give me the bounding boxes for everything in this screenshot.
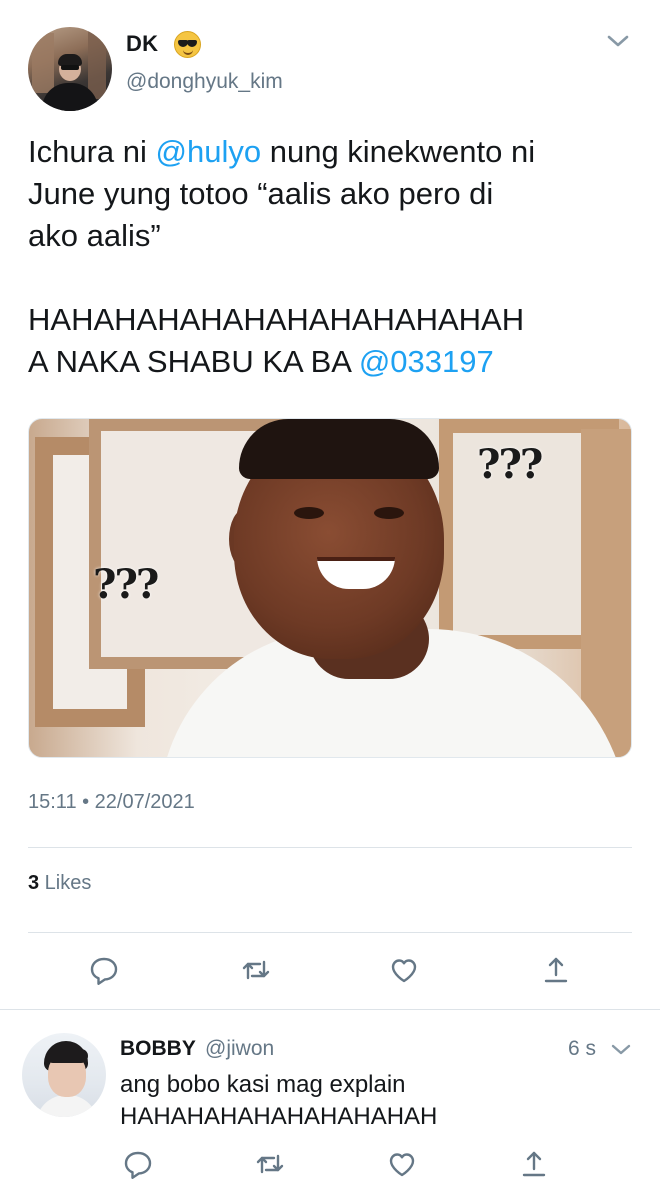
person-hair: [239, 419, 439, 479]
avatar-building-right: [88, 29, 106, 99]
person-eye: [294, 507, 324, 519]
like-icon[interactable]: [386, 1148, 418, 1180]
smiling-face-with-sunglasses-icon: [174, 31, 201, 58]
tweet-text-line: June yung totoo “aalis ako pero di: [28, 176, 494, 211]
mention-link[interactable]: @033197: [359, 344, 494, 379]
divider: [28, 847, 632, 848]
text-segment: nung kinekwento ni: [261, 134, 536, 169]
avatar-building-left: [32, 33, 54, 93]
retweet-icon[interactable]: [240, 954, 272, 986]
avatar-sunglasses: [61, 65, 79, 70]
tweet-text-line: A NAKA SHABU KA BA @033197: [28, 341, 633, 383]
chevron-down-icon[interactable]: [608, 1036, 634, 1062]
emoji-mouth: [183, 49, 193, 55]
person-eye: [374, 507, 404, 519]
likes-number: 3: [28, 872, 40, 894]
likes-count[interactable]: 3 Likes: [28, 872, 91, 895]
author-handle[interactable]: @donghyuk_kim: [126, 70, 283, 94]
tweet-text-line: ako aalis”: [28, 218, 161, 253]
reply-author-avatar[interactable]: [22, 1033, 106, 1117]
text-segment: Ichura ni: [28, 134, 156, 169]
avatar-fringe: [46, 1049, 88, 1063]
share-icon[interactable]: [518, 1148, 550, 1180]
share-icon[interactable]: [540, 954, 572, 986]
tweet-text-line: HAHAHAHAHAHAHAHAHAHAHAH: [28, 302, 525, 337]
question-marks-overlay: ???: [477, 441, 543, 488]
reply-icon[interactable]: [122, 1148, 154, 1180]
text-segment: A NAKA SHABU KA BA: [28, 344, 359, 379]
reply-text-line: ang bobo kasi mag explain: [120, 1071, 406, 1098]
tweet-text-line: Ichura ni @hulyo nung kinekwento ni: [28, 131, 633, 173]
like-icon[interactable]: [388, 954, 420, 986]
tweet-text: Ichura ni @hulyo nung kinekwento ni June…: [28, 131, 633, 383]
reply-author-handle[interactable]: @jiwon: [205, 1037, 274, 1061]
divider: [28, 932, 632, 933]
reply-text: ang bobo kasi mag explain HAHAHAHAHAHAHA…: [120, 1069, 640, 1133]
author-name[interactable]: DK: [126, 31, 158, 57]
reply-author-name[interactable]: BOBBY: [120, 1037, 196, 1061]
mention-link[interactable]: @hulyo: [156, 134, 262, 169]
avatar-shirt: [36, 1095, 98, 1117]
author-avatar[interactable]: [28, 27, 112, 111]
likes-label: Likes: [39, 872, 92, 894]
thread-divider: [0, 1009, 660, 1010]
tweet-timestamp[interactable]: 15:11 • 22/07/2021: [28, 791, 195, 814]
tweet-media-image[interactable]: ??? ???: [28, 418, 632, 758]
question-marks-overlay: ???: [93, 561, 159, 608]
reply-text-line: HAHAHAHAHAHAHAHAHAH: [120, 1103, 438, 1130]
chevron-down-icon[interactable]: [603, 26, 633, 56]
retweet-icon[interactable]: [254, 1148, 286, 1180]
reply-time[interactable]: 6 s: [568, 1037, 596, 1061]
emoji-lens-right: [187, 40, 197, 47]
reply-icon[interactable]: [88, 954, 120, 986]
